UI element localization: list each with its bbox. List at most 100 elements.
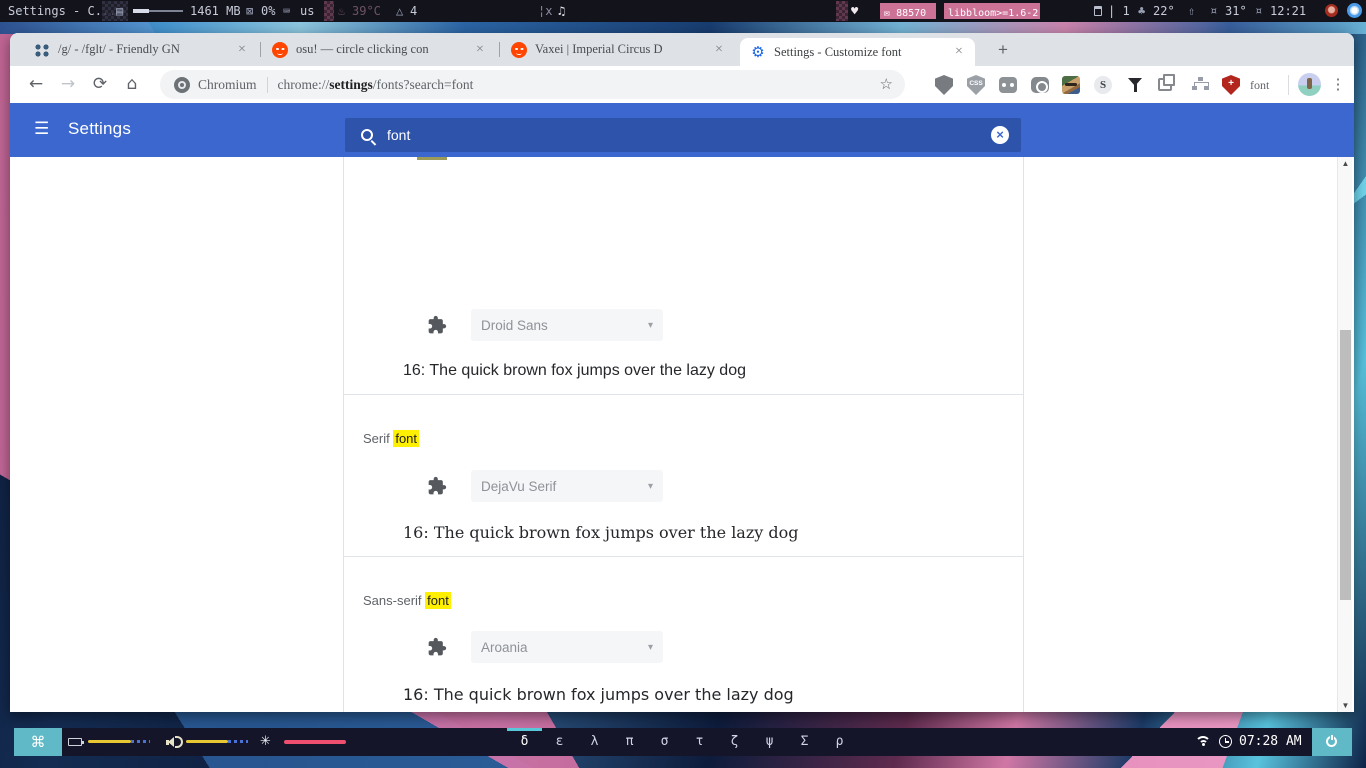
package-notice: libbloom>=1.6-2 u... bbox=[948, 8, 1040, 19]
url-host: settings bbox=[329, 76, 373, 92]
trash-count: | 1 bbox=[1108, 4, 1130, 18]
workspace-pi[interactable]: π bbox=[612, 728, 647, 756]
brightness-slider-handle[interactable] bbox=[133, 9, 149, 13]
workspace-rho[interactable]: ρ bbox=[822, 728, 857, 756]
wifi-icon[interactable] bbox=[1195, 736, 1211, 749]
mail-badge[interactable]: ✉ 88570 bbox=[880, 3, 936, 19]
volume-remainder-bar[interactable] bbox=[228, 740, 248, 743]
clipped-highlight-remnant bbox=[417, 157, 447, 160]
shield-icon bbox=[935, 75, 953, 95]
spinner-icon: ✳ bbox=[260, 734, 271, 749]
back-button[interactable]: ← bbox=[24, 66, 48, 103]
standard-font-dropdown[interactable]: Droid Sans ▾ bbox=[471, 309, 663, 341]
tab-close-icon[interactable]: × bbox=[711, 42, 727, 58]
puzzle-icon bbox=[428, 315, 447, 334]
chromium-tray-icon[interactable] bbox=[1347, 3, 1362, 18]
filter-extension-icon[interactable] bbox=[1126, 75, 1146, 95]
bar-divider-glyph: ¦x bbox=[538, 4, 553, 18]
clear-search-icon[interactable]: × bbox=[991, 126, 1009, 144]
workspace-cap-sigma[interactable]: Σ bbox=[787, 728, 822, 756]
music-note-icon: ♫ bbox=[558, 4, 566, 18]
cpu-temp: 39°C bbox=[352, 4, 381, 18]
scroll-up-icon[interactable]: ▲ bbox=[1338, 159, 1353, 168]
scrollbar-thumb[interactable] bbox=[1340, 330, 1351, 600]
ublock-extension-icon[interactable] bbox=[935, 75, 955, 95]
card-border-right bbox=[1023, 157, 1024, 712]
new-tab-button[interactable]: + bbox=[990, 40, 1016, 60]
launcher-button[interactable]: ⌘ bbox=[14, 728, 62, 756]
site-tree-icon bbox=[1190, 75, 1210, 95]
browser-menu-button[interactable]: ⋮ bbox=[1328, 73, 1348, 97]
clock-glyph-icon: ¤ bbox=[1255, 4, 1263, 18]
label-text: Serif bbox=[363, 431, 394, 446]
weather-icon: ♣ bbox=[1138, 4, 1146, 18]
taskbar-time: 07:28 AM bbox=[1239, 734, 1302, 749]
forward-button[interactable]: → bbox=[56, 66, 80, 103]
serif-font-dropdown[interactable]: DejaVu Serif ▾ bbox=[471, 470, 663, 502]
tab-title: Vaxei | Imperial Circus D bbox=[535, 42, 663, 56]
section-divider bbox=[343, 394, 1023, 395]
redshield-extension-icon[interactable]: + bbox=[1222, 75, 1242, 95]
tab-close-icon[interactable]: × bbox=[234, 42, 250, 58]
scroll-down-icon[interactable]: ▼ bbox=[1338, 701, 1353, 710]
sans-serif-font-dropdown[interactable]: Aroania ▾ bbox=[471, 631, 663, 663]
workspace-tau[interactable]: τ bbox=[682, 728, 717, 756]
tab-vaxei[interactable]: Vaxei | Imperial Circus D × bbox=[501, 33, 735, 66]
heart-icon: ♥ bbox=[851, 4, 859, 18]
serif-font-label: Serif font bbox=[363, 430, 420, 447]
reddit-favicon-icon bbox=[272, 41, 288, 58]
url-bar[interactable]: Chromium chrome://settings/fonts?search=… bbox=[160, 70, 905, 99]
stylus-extension-icon[interactable]: S bbox=[1094, 75, 1114, 95]
workspace-epsilon[interactable]: ε bbox=[542, 728, 577, 756]
bookmark-star-icon[interactable]: ☆ bbox=[880, 75, 893, 94]
workspace-psi[interactable]: ψ bbox=[752, 728, 787, 756]
tab-title: osu! — circle clicking con bbox=[296, 42, 429, 56]
standard-font-sample: 16: The quick brown fox jumps over the l… bbox=[403, 362, 746, 379]
volume-level-bar[interactable] bbox=[186, 740, 228, 743]
search-highlight: font bbox=[425, 592, 451, 609]
statusbar-clock: 12:21 bbox=[1270, 4, 1307, 18]
url-separator bbox=[266, 76, 268, 93]
two-dots-extension-icon[interactable] bbox=[999, 75, 1019, 95]
tab-fglt[interactable]: /g/ - /fglt/ - Friendly GN × bbox=[24, 33, 258, 66]
sans-serif-font-label: Sans-serif font bbox=[363, 592, 451, 609]
avatar-art-icon bbox=[1062, 76, 1080, 94]
workspace-sigma[interactable]: σ bbox=[647, 728, 682, 756]
reload-button[interactable]: ⟳ bbox=[88, 66, 112, 103]
home-button[interactable]: ⌂ bbox=[120, 66, 144, 103]
fourchan-favicon-icon bbox=[34, 41, 50, 58]
font-extension-label[interactable]: font bbox=[1250, 75, 1280, 95]
package-badge[interactable]: libbloom>=1.6-2 u... bbox=[944, 3, 1040, 19]
workspace-delta[interactable]: δ bbox=[507, 728, 542, 756]
workspace-zeta[interactable]: ζ bbox=[717, 728, 752, 756]
search-highlight: font bbox=[393, 430, 420, 447]
chevron-down-icon: ▾ bbox=[647, 480, 653, 492]
popout-extension-icon[interactable] bbox=[1158, 74, 1178, 95]
css-extension-icon[interactable]: CSS bbox=[967, 75, 987, 95]
speaker-wave-icon bbox=[175, 736, 183, 748]
tab-osu[interactable]: osu! — circle clicking con × bbox=[262, 33, 496, 66]
tab-settings-active[interactable]: ⚙ Settings - Customize font × bbox=[740, 38, 975, 66]
puzzle-icon bbox=[428, 637, 447, 656]
power-button[interactable] bbox=[1312, 728, 1352, 756]
settings-gear-favicon-icon: ⚙ bbox=[751, 43, 765, 61]
workspace-lambda[interactable]: λ bbox=[577, 728, 612, 756]
url-brand: Chromium bbox=[198, 76, 257, 92]
sitetree-extension-icon[interactable] bbox=[1190, 75, 1210, 95]
page-scrollbar[interactable]: ▲ ▼ bbox=[1337, 157, 1352, 712]
tab-close-icon[interactable]: × bbox=[472, 42, 488, 58]
tab-separator bbox=[260, 42, 261, 57]
settings-menu-icon[interactable]: ☰ bbox=[34, 119, 49, 139]
reddit-tray-icon[interactable] bbox=[1325, 4, 1338, 17]
settings-page-title: Settings bbox=[68, 119, 132, 138]
battery-icon bbox=[68, 738, 84, 746]
tab-close-icon[interactable]: × bbox=[951, 44, 967, 60]
clock-icon bbox=[1219, 735, 1232, 748]
taskbar: ⌘ ✳ δ ε λ π σ τ ζ ψ Σ ρ 07:28 AM bbox=[14, 728, 1352, 756]
avatar-extension-icon[interactable] bbox=[1062, 75, 1082, 95]
settings-search-box[interactable]: × bbox=[345, 118, 1021, 152]
settings-search-input[interactable] bbox=[387, 127, 991, 143]
ring-extension-icon[interactable] bbox=[1031, 75, 1051, 95]
css-shield-icon: CSS bbox=[967, 75, 985, 95]
profile-avatar[interactable] bbox=[1298, 73, 1321, 96]
